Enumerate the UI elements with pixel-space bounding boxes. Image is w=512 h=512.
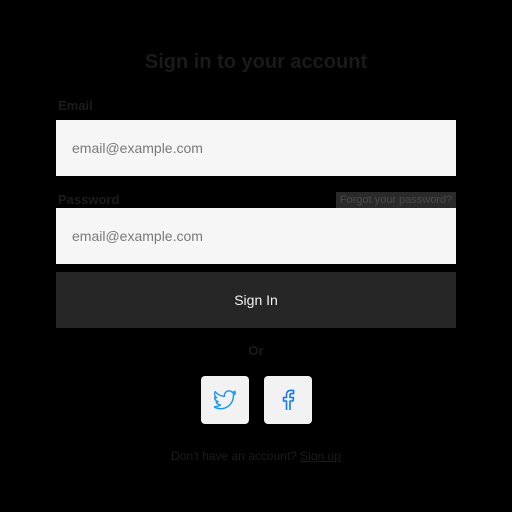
signup-prompt: Don't have an account? Sign up — [0, 448, 512, 464]
signup-link[interactable]: Sign up — [300, 449, 341, 463]
sign-in-button[interactable]: Sign In — [56, 272, 456, 328]
or-divider: Or — [248, 343, 264, 358]
page-title: Sign in to your account — [144, 51, 368, 73]
sign-in-page: Sign in to your account Email Password F… — [0, 0, 512, 512]
email-label: Email — [58, 98, 93, 113]
facebook-icon — [281, 389, 295, 411]
signup-prompt-text: Don't have an account? — [171, 449, 297, 463]
twitter-login-button[interactable] — [201, 376, 249, 424]
password-label: Password — [58, 192, 120, 207]
facebook-login-button[interactable] — [264, 376, 312, 424]
password-field[interactable] — [56, 208, 456, 264]
forgot-password-link[interactable]: Forgot your password? — [336, 192, 456, 208]
email-field[interactable] — [56, 120, 456, 176]
twitter-icon — [214, 390, 236, 410]
